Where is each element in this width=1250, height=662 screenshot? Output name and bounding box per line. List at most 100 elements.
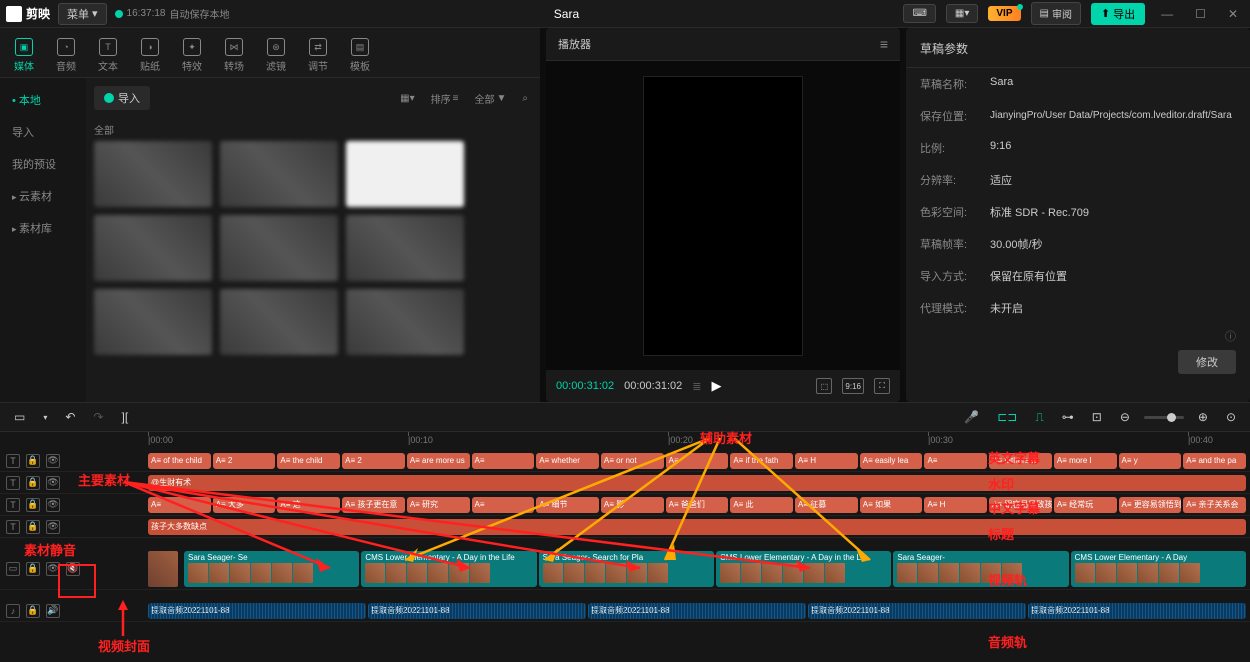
text-icon[interactable]: T — [6, 520, 20, 534]
minimize-icon[interactable]: — — [1155, 7, 1179, 21]
eye-icon[interactable]: 👁 — [46, 498, 60, 512]
cut-tool[interactable]: ][ — [117, 408, 132, 426]
player-menu-icon[interactable]: ≡ — [880, 36, 888, 52]
audio-icon[interactable]: ♪ — [6, 604, 20, 618]
video-clip[interactable]: Sara Seager- — [893, 551, 1068, 587]
layout-icon[interactable]: ▦▾ — [946, 4, 978, 23]
import-button[interactable]: 导入 — [94, 86, 150, 110]
export-button[interactable]: ⬆ 导出 — [1091, 3, 1145, 25]
preview-icon[interactable]: ⊡ — [1088, 408, 1106, 426]
media-thumb[interactable] — [220, 141, 338, 207]
fit-icon[interactable]: ⊙ — [1222, 408, 1240, 426]
sound-icon[interactable]: 🔊 — [46, 604, 60, 618]
list-icon[interactable]: ≣ — [692, 380, 701, 393]
subtitle-clip[interactable]: A≡ 爸爸们 — [666, 497, 729, 513]
video-clip[interactable]: Sara Seager- Se — [184, 551, 359, 587]
shortcut-icon[interactable]: ⌨ — [903, 4, 935, 23]
subtitle-clip[interactable]: A≡ — [148, 497, 211, 513]
redo-button[interactable]: ↷ — [89, 408, 107, 426]
track-content[interactable]: A≡A≡ 大多A≡ 这A≡ 孩子更在意A≡ 研究A≡A≡ 细节A≡ 影A≡ 爸爸… — [148, 494, 1250, 515]
maximize-icon[interactable]: ☐ — [1189, 7, 1212, 21]
subtitle-clip[interactable]: A≡ 这 — [277, 497, 340, 513]
snap-icon[interactable]: ⊶ — [1058, 408, 1078, 426]
subtitle-clip[interactable]: A≡ are more us — [407, 453, 470, 469]
sidebar-item[interactable]: 我的预设 — [0, 148, 86, 180]
title-clip[interactable]: 孩子大多数缺点 — [148, 519, 1246, 535]
subtitle-clip[interactable]: A≡ — [472, 497, 535, 513]
category-tab-模板[interactable]: ▤模板 — [340, 34, 380, 77]
link-icon[interactable]: ⎍ — [1031, 408, 1047, 427]
subtitle-clip[interactable]: A≡ easily lea — [860, 453, 923, 469]
sidebar-item[interactable]: 导入 — [0, 116, 86, 148]
sidebar-item[interactable]: 本地 — [0, 84, 86, 116]
video-icon[interactable]: ▭ — [6, 562, 20, 576]
subtitle-clip[interactable]: A≡ fathers w — [989, 453, 1052, 469]
category-tab-滤镜[interactable]: ⊛滤镜 — [256, 34, 296, 77]
text-icon[interactable]: T — [6, 498, 20, 512]
media-thumb[interactable] — [346, 215, 464, 281]
audio-clip[interactable]: 提取音频20221101-88 — [368, 603, 586, 619]
track-content[interactable]: @生财有术 — [148, 472, 1250, 493]
subtitle-clip[interactable]: A≡ and the pa — [1183, 453, 1246, 469]
filter-button[interactable]: 全部 ▼ — [470, 89, 510, 108]
subtitle-clip[interactable]: A≡ — [472, 453, 535, 469]
text-icon[interactable]: T — [6, 454, 20, 468]
category-tab-贴纸[interactable]: ◑贴纸 — [130, 34, 170, 77]
subtitle-clip[interactable]: A≡ 跟容易导致孩 — [989, 497, 1052, 513]
close-icon[interactable]: ✕ — [1222, 7, 1244, 21]
timeline-track[interactable]: T🔒👁A≡A≡ 大多A≡ 这A≡ 孩子更在意A≡ 研究A≡A≡ 细节A≡ 影A≡… — [0, 494, 1250, 516]
audio-clip[interactable]: 提取音频20221101-88 — [808, 603, 1026, 619]
zoom-in-icon[interactable]: ⊕ — [1194, 408, 1212, 426]
category-tab-转场[interactable]: ⋈转场 — [214, 34, 254, 77]
subtitle-clip[interactable]: A≡ 亲子关系会 — [1183, 497, 1246, 513]
subtitle-clip[interactable]: A≡ H — [924, 497, 987, 513]
crop-icon[interactable]: ⬚ — [816, 378, 832, 394]
undo-button[interactable]: ↶ — [61, 408, 79, 426]
subtitle-clip[interactable]: A≡ 大多 — [213, 497, 276, 513]
media-thumb[interactable] — [220, 289, 338, 355]
video-clip[interactable]: CMS Lower Elementary - A Day — [1071, 551, 1246, 587]
subtitle-clip[interactable]: A≡ H — [795, 453, 858, 469]
cover-thumb[interactable] — [148, 551, 178, 587]
review-button[interactable]: ▤ 审阅 — [1031, 2, 1081, 25]
menu-button[interactable]: 菜单▾ — [58, 3, 107, 25]
subtitle-clip[interactable]: A≡ — [666, 453, 729, 469]
modify-button[interactable]: 修改 — [1178, 350, 1236, 374]
ratio-badge[interactable]: 9:16 — [842, 378, 864, 394]
fullscreen-icon[interactable]: ⛶ — [874, 378, 890, 394]
subtitle-clip[interactable]: A≡ more l — [1054, 453, 1117, 469]
select-tool[interactable]: ▭ — [10, 408, 29, 426]
track-content[interactable]: A≡ of the childA≡ 2A≡ the childA≡ 2A≡ ar… — [148, 450, 1250, 471]
subtitle-clip[interactable]: A≡ 如果 — [860, 497, 923, 513]
subtitle-clip[interactable]: A≡ 细节 — [536, 497, 599, 513]
lock-icon[interactable]: 🔒 — [26, 562, 40, 576]
select-chevron[interactable]: ▾ — [39, 411, 51, 424]
play-button[interactable]: ▶ — [711, 378, 721, 394]
audio-clip[interactable]: 提取音频20221101-88 — [588, 603, 806, 619]
subtitle-clip[interactable]: A≡ whether — [536, 453, 599, 469]
track-content[interactable]: Sara Seager- SeCMS Lower Elementary - A … — [148, 548, 1250, 589]
zoom-out-icon[interactable]: ⊖ — [1116, 408, 1134, 426]
media-thumb[interactable] — [94, 141, 212, 207]
category-tab-特效[interactable]: ✦特效 — [172, 34, 212, 77]
eye-icon[interactable]: 👁 — [46, 476, 60, 490]
media-thumb[interactable] — [346, 289, 464, 355]
eye-icon[interactable]: 👁 — [46, 520, 60, 534]
watermark-clip[interactable]: @生财有术 — [148, 475, 1246, 491]
subtitle-clip[interactable]: A≡ 2 — [213, 453, 276, 469]
mic-icon[interactable]: 🎤 — [960, 408, 983, 426]
subtitle-clip[interactable]: A≡ 研究 — [407, 497, 470, 513]
subtitle-clip[interactable]: A≡ or not — [601, 453, 664, 469]
sort-button[interactable]: 排序 ≡ — [427, 89, 463, 108]
category-tab-文本[interactable]: T文本 — [88, 34, 128, 77]
video-clip[interactable]: CMS Lower Elementary - A Day in the Life — [361, 551, 536, 587]
video-clip[interactable]: Sara Seager- Search for Pla — [539, 551, 714, 587]
track-content[interactable]: 孩子大多数缺点 — [148, 516, 1250, 537]
timeline[interactable]: |00:00|00:10|00:20|00:30|00:40 T🔒👁A≡ of … — [0, 432, 1250, 662]
sidebar-item[interactable]: 素材库 — [0, 212, 86, 244]
timeline-track[interactable]: ▭🔒👁🔇Sara Seager- SeCMS Lower Elementary … — [0, 548, 1250, 590]
subtitle-clip[interactable]: A≡ 影 — [601, 497, 664, 513]
media-thumb[interactable] — [94, 289, 212, 355]
timeline-track[interactable]: T🔒👁@生财有术 — [0, 472, 1250, 494]
info-icon[interactable]: ⓘ — [1225, 328, 1236, 344]
